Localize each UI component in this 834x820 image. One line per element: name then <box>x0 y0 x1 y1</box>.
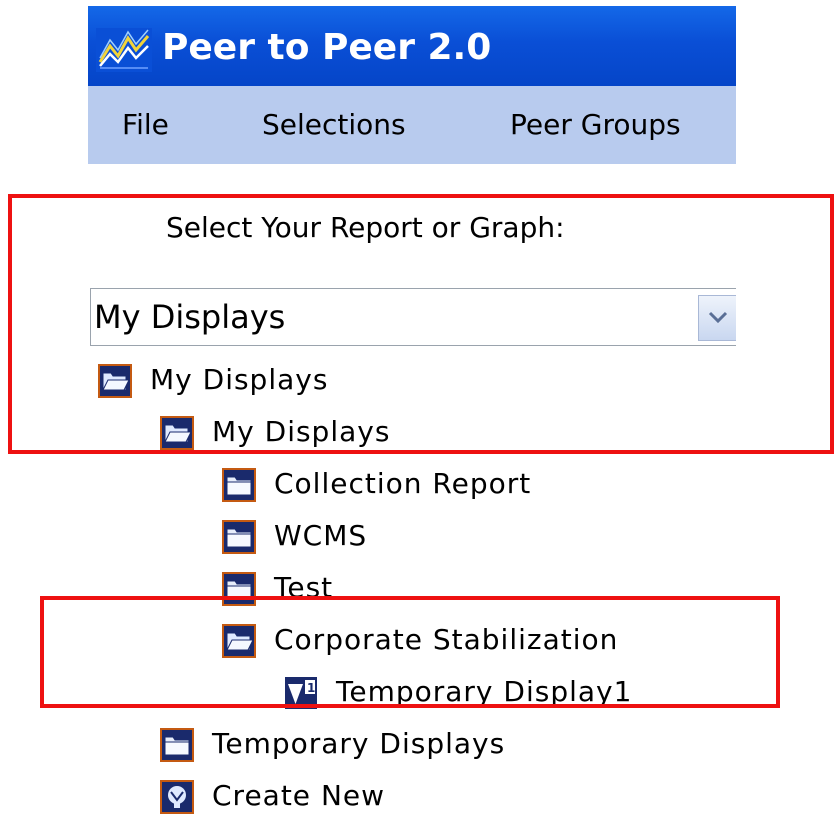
folder-closed-icon <box>222 572 256 606</box>
app-title: Peer to Peer 2.0 <box>162 27 492 68</box>
folder-open-icon <box>98 364 132 398</box>
tree-item-label: Test <box>274 571 334 604</box>
menu-peer-groups[interactable]: Peer Groups <box>510 108 681 142</box>
menu-selections[interactable]: Selections <box>262 108 406 142</box>
display-tree: My Displays My Displays Collection Repor… <box>88 164 736 814</box>
chart-line-logo-icon <box>96 28 152 72</box>
menu-file[interactable]: File <box>122 108 169 142</box>
tree-item-label: Temporary Displays <box>212 727 506 760</box>
tree-item-label: Temporary Display1 <box>336 675 633 708</box>
create-new-icon <box>160 780 194 814</box>
title-bar: Peer to Peer 2.0 <box>88 6 736 86</box>
folder-open-icon <box>160 416 194 450</box>
display-item-icon: 1 <box>285 677 317 709</box>
tree-item-label: Create New <box>212 779 386 812</box>
tree-item-label: Collection Report <box>274 467 532 500</box>
tree-item-label: My Displays <box>150 363 329 396</box>
folder-closed-icon <box>222 468 256 502</box>
tree-item-label: My Displays <box>212 415 391 448</box>
folder-open-icon <box>222 624 256 658</box>
svg-text:1: 1 <box>307 681 315 695</box>
menu-bar: File Selections Peer Groups <box>88 86 736 164</box>
tree-item-label: Corporate Stabilization <box>274 623 619 656</box>
folder-closed-icon <box>160 728 194 762</box>
tree-item-label: WCMS <box>274 519 368 552</box>
folder-closed-icon <box>222 520 256 554</box>
